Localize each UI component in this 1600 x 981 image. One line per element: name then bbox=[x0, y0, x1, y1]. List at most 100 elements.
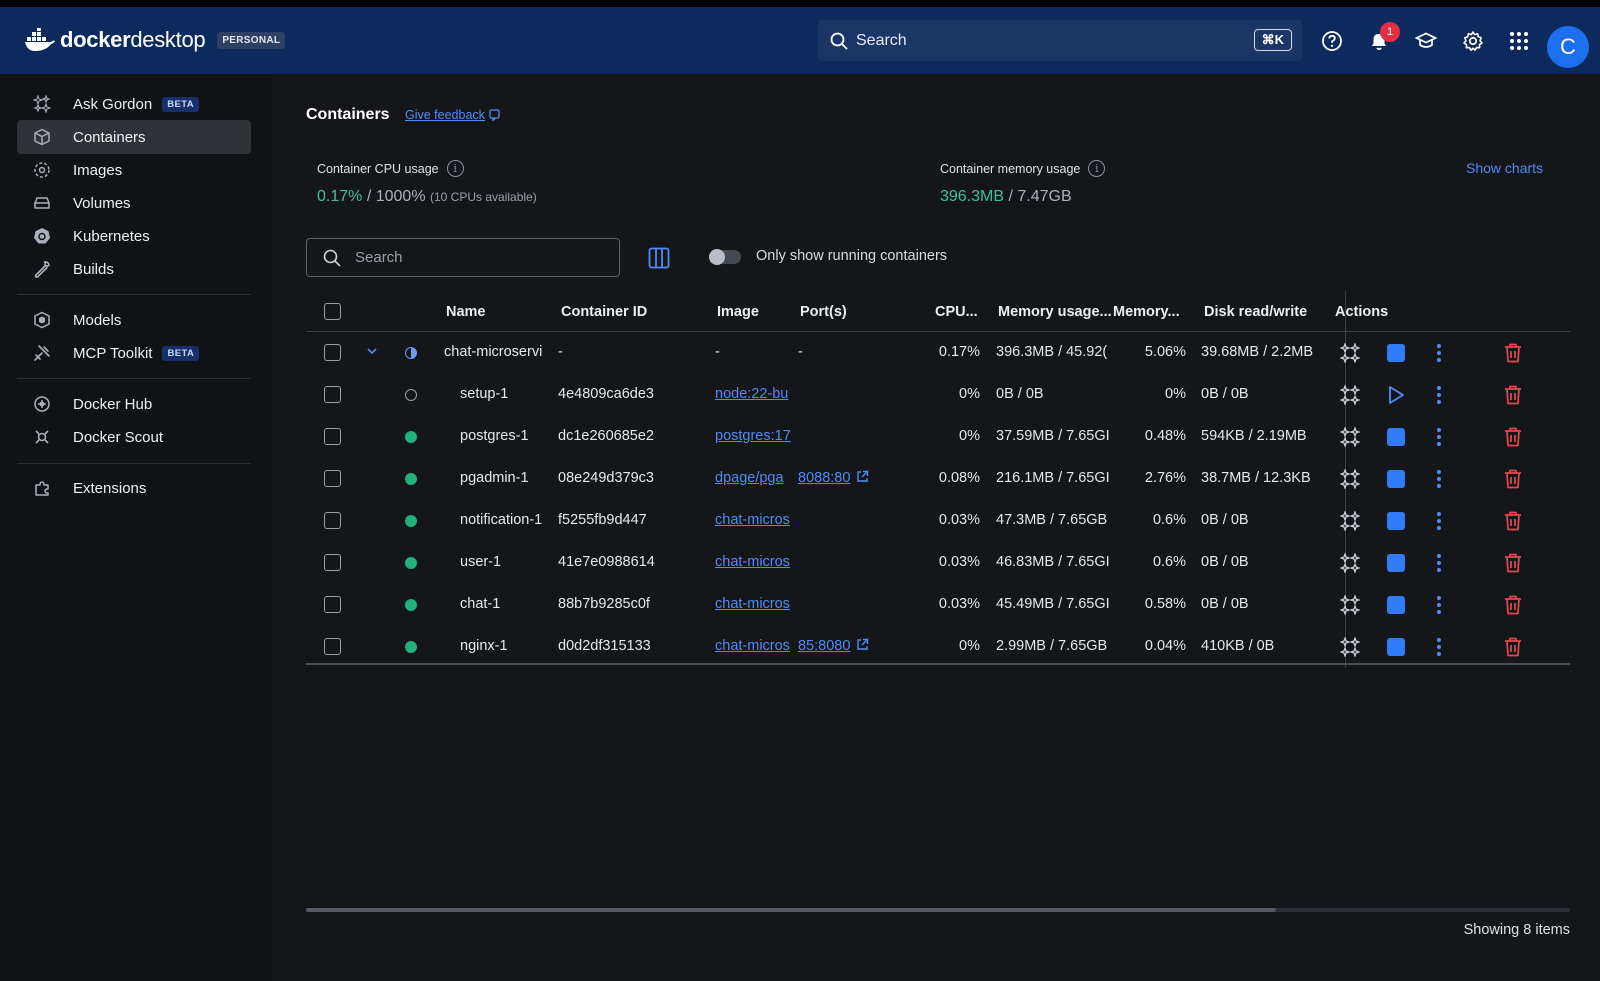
column-header-ports[interactable]: Port(s) bbox=[800, 304, 847, 320]
stop-button[interactable] bbox=[1387, 512, 1405, 530]
running-only-toggle[interactable] bbox=[709, 249, 741, 265]
horizontal-scrollbar[interactable] bbox=[306, 908, 1570, 912]
table-row[interactable]: setup-1 4e4809ca6de3 node:22-bu 0% 0B / 0B 0%… bbox=[306, 374, 1570, 416]
container-name[interactable]: nginx-1 bbox=[460, 638, 508, 654]
user-avatar[interactable]: C bbox=[1547, 26, 1589, 68]
column-header-disk[interactable]: Disk read/write bbox=[1204, 304, 1307, 320]
show-charts-link[interactable]: Show charts bbox=[1466, 160, 1543, 176]
docker-logo[interactable]: dockerdesktop PERSONAL bbox=[24, 27, 286, 53]
table-row[interactable]: user-1 41e7e0988614 chat-micros 0.03% 46.83M… bbox=[306, 542, 1570, 584]
stop-button[interactable] bbox=[1387, 554, 1405, 572]
more-options-icon[interactable] bbox=[1436, 511, 1442, 531]
ask-gordon-icon[interactable] bbox=[1340, 637, 1360, 657]
more-options-icon[interactable] bbox=[1436, 427, 1442, 447]
port-link[interactable]: 8088:80 bbox=[798, 470, 850, 486]
info-icon[interactable]: i bbox=[1088, 160, 1106, 177]
sidebar-item-extensions[interactable]: Extensions bbox=[17, 471, 251, 505]
column-header-cpu[interactable]: CPU... bbox=[935, 304, 978, 320]
table-row[interactable]: postgres-1 dc1e260685e2 postgres:17 0% 37.59… bbox=[306, 416, 1570, 458]
container-name[interactable]: pgadmin-1 bbox=[460, 470, 529, 486]
apps-button[interactable] bbox=[1506, 28, 1532, 54]
more-options-icon[interactable] bbox=[1436, 343, 1442, 363]
table-row-group[interactable]: chat-microservi - - -0.17% 396.3MB / 45.92(5… bbox=[306, 332, 1570, 374]
row-checkbox[interactable] bbox=[324, 512, 341, 529]
row-checkbox[interactable] bbox=[324, 344, 341, 361]
trash-icon[interactable] bbox=[1504, 553, 1522, 573]
sidebar-item-docker-scout[interactable]: Docker Scout bbox=[17, 420, 251, 454]
notifications-button[interactable]: 1 bbox=[1366, 22, 1400, 54]
stop-button[interactable] bbox=[1387, 470, 1405, 488]
sidebar-item-containers[interactable]: Containers bbox=[17, 120, 251, 154]
image-link[interactable]: postgres:17 bbox=[715, 428, 791, 444]
table-row[interactable]: nginx-1 d0d2df315133 chat-micros 85:8080 0% 2… bbox=[306, 626, 1570, 668]
ask-gordon-icon[interactable] bbox=[1340, 511, 1360, 531]
container-search-input[interactable]: Search bbox=[306, 238, 620, 277]
more-options-icon[interactable] bbox=[1436, 553, 1442, 573]
trash-icon[interactable] bbox=[1504, 343, 1522, 363]
play-icon[interactable] bbox=[1387, 385, 1405, 405]
trash-icon[interactable] bbox=[1504, 595, 1522, 615]
container-name[interactable]: chat-microservi bbox=[444, 344, 543, 360]
container-name[interactable]: setup-1 bbox=[460, 386, 508, 402]
row-checkbox[interactable] bbox=[324, 428, 341, 445]
trash-icon[interactable] bbox=[1504, 469, 1522, 489]
give-feedback-link[interactable]: Give feedback bbox=[405, 108, 501, 122]
ask-gordon-icon[interactable] bbox=[1340, 595, 1360, 615]
trash-icon[interactable] bbox=[1504, 385, 1522, 405]
stop-button[interactable] bbox=[1387, 344, 1405, 362]
select-all-checkbox[interactable] bbox=[324, 303, 341, 320]
sidebar-item-builds[interactable]: Builds bbox=[17, 252, 251, 286]
column-header-name[interactable]: Name bbox=[446, 304, 486, 320]
trash-icon[interactable] bbox=[1504, 511, 1522, 531]
image-link[interactable]: chat-micros bbox=[715, 596, 790, 612]
columns-button[interactable] bbox=[648, 247, 670, 273]
more-options-icon[interactable] bbox=[1436, 385, 1442, 405]
stop-button[interactable] bbox=[1387, 596, 1405, 614]
sidebar-item-ask-gordon[interactable]: Ask Gordon BETA bbox=[17, 87, 251, 121]
global-search[interactable]: Search ⌘K bbox=[818, 20, 1302, 61]
row-checkbox[interactable] bbox=[324, 386, 341, 403]
info-icon[interactable]: i bbox=[446, 160, 464, 177]
container-name[interactable]: chat-1 bbox=[460, 596, 500, 612]
ask-gordon-icon[interactable] bbox=[1340, 427, 1360, 447]
ask-gordon-icon[interactable] bbox=[1340, 553, 1360, 573]
settings-button[interactable] bbox=[1460, 28, 1486, 54]
table-row[interactable]: chat-1 88b7b9285c0f chat-micros 0.03% 45.49M… bbox=[306, 584, 1570, 626]
sidebar-item-mcp-toolkit[interactable]: MCP Toolkit BETA bbox=[17, 336, 251, 370]
row-checkbox[interactable] bbox=[324, 470, 341, 487]
container-name[interactable]: user-1 bbox=[460, 554, 501, 570]
container-name[interactable]: notification-1 bbox=[460, 512, 542, 528]
image-link[interactable]: chat-micros bbox=[715, 554, 790, 570]
port-link[interactable]: 85:8080 bbox=[798, 638, 850, 654]
help-button[interactable] bbox=[1319, 28, 1345, 54]
table-row[interactable]: pgadmin-1 08e249d379c3 dpage/pga 8088:80 0.0… bbox=[306, 458, 1570, 500]
sidebar-item-kubernetes[interactable]: Kubernetes bbox=[17, 219, 251, 253]
sidebar-item-models[interactable]: Models bbox=[17, 303, 251, 337]
ask-gordon-icon[interactable] bbox=[1340, 469, 1360, 489]
ask-gordon-icon[interactable] bbox=[1340, 343, 1360, 363]
row-checkbox[interactable] bbox=[324, 596, 341, 613]
column-header-image[interactable]: Image bbox=[717, 304, 759, 320]
chevron-down-icon[interactable] bbox=[365, 344, 379, 358]
image-link[interactable]: node:22-bu bbox=[715, 386, 788, 402]
scrollbar-thumb[interactable] bbox=[306, 908, 1276, 912]
column-header-memory-percent[interactable]: Memory... bbox=[1113, 304, 1180, 320]
image-link[interactable]: chat-micros bbox=[715, 512, 790, 528]
row-checkbox[interactable] bbox=[324, 554, 341, 571]
sidebar-item-images[interactable]: Images bbox=[17, 153, 251, 187]
stop-button[interactable] bbox=[1387, 638, 1405, 656]
image-link[interactable]: chat-micros bbox=[715, 638, 790, 654]
sidebar-item-docker-hub[interactable]: Docker Hub bbox=[17, 387, 251, 421]
more-options-icon[interactable] bbox=[1436, 469, 1442, 489]
ask-gordon-icon[interactable] bbox=[1340, 385, 1360, 405]
image-link[interactable]: dpage/pga bbox=[715, 470, 784, 486]
sidebar-item-volumes[interactable]: Volumes bbox=[17, 186, 251, 220]
more-options-icon[interactable] bbox=[1436, 595, 1442, 615]
trash-icon[interactable] bbox=[1504, 637, 1522, 657]
trash-icon[interactable] bbox=[1504, 427, 1522, 447]
stop-button[interactable] bbox=[1387, 428, 1405, 446]
learning-center-button[interactable] bbox=[1413, 28, 1439, 54]
column-header-container-id[interactable]: Container ID bbox=[561, 304, 647, 320]
container-name[interactable]: postgres-1 bbox=[460, 428, 529, 444]
more-options-icon[interactable] bbox=[1436, 637, 1442, 657]
